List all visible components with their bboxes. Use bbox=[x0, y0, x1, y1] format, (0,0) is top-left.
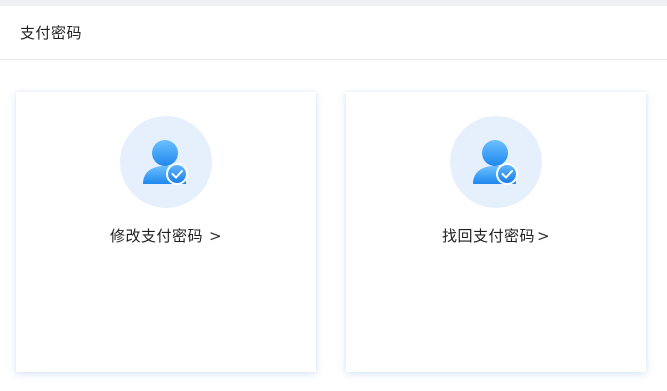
recover-password-card[interactable]: 找回支付密码 > bbox=[346, 92, 646, 372]
chevron-right-icon: > bbox=[536, 227, 551, 245]
recover-password-label: 找回支付密码 bbox=[441, 227, 535, 245]
user-check-icon bbox=[473, 140, 518, 185]
modify-password-link[interactable]: 修改支付密码 > bbox=[16, 226, 316, 246]
user-check-icon bbox=[143, 140, 188, 185]
page-title: 支付密码 bbox=[20, 24, 83, 42]
payment-password-page: 支付密码 修改支付密码 > 找回支付密码 > bbox=[0, 0, 667, 391]
page-header: 支付密码 bbox=[0, 6, 667, 60]
recover-password-link[interactable]: 找回支付密码 > bbox=[346, 226, 646, 246]
modify-password-card[interactable]: 修改支付密码 > bbox=[16, 92, 316, 372]
avatar-circle bbox=[450, 116, 542, 208]
chevron-right-icon: > bbox=[208, 227, 223, 245]
modify-password-label: 修改支付密码 bbox=[109, 227, 203, 245]
avatar-circle bbox=[120, 116, 212, 208]
